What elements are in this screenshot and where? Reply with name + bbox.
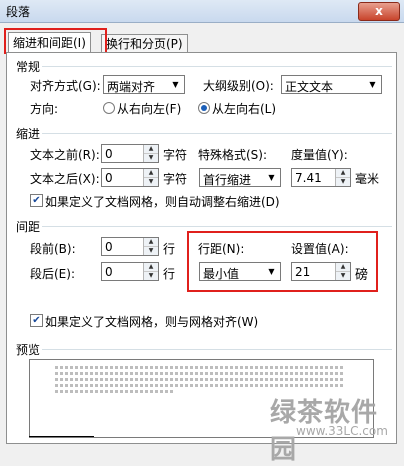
ltr-radio[interactable] (198, 102, 210, 114)
measure-label: 度量值(Y): (291, 148, 348, 162)
spin-up-icon[interactable]: ▲ (144, 263, 158, 272)
preview-section-heading: 预览 (16, 343, 41, 357)
spin-down-icon[interactable]: ▼ (144, 178, 158, 186)
space-before-label: 段前(B): (30, 242, 76, 256)
general-divider (42, 66, 392, 67)
setting-value-label: 设置值(A): (291, 242, 349, 256)
space-before-value: 0 (105, 240, 113, 254)
preview-text-line (55, 372, 345, 375)
indent-before-spinner[interactable]: 0 ▲ ▼ (101, 144, 159, 163)
measure-value: 7.41 (295, 171, 322, 185)
spin-down-icon[interactable]: ▼ (336, 178, 350, 186)
special-format-label: 特殊格式(S): (198, 148, 268, 162)
line-spacing-label: 行距(N): (198, 242, 245, 256)
checkmark-icon: ✔ (32, 195, 41, 206)
watermark-url: www.33LC.com (296, 424, 388, 438)
align-label: 对齐方式(G): (30, 79, 101, 93)
space-after-label: 段后(E): (30, 267, 75, 281)
auto-right-indent-checkbox[interactable]: ✔ (30, 194, 43, 207)
indent-divider (42, 133, 392, 134)
measure-stepper: ▲ ▼ (335, 169, 350, 186)
direction-label: 方向: (30, 102, 59, 116)
tab-line-page-breaks[interactable]: 换行和分页(P) (101, 34, 188, 53)
setting-value-stepper: ▲ ▼ (335, 263, 350, 280)
spin-down-icon[interactable]: ▼ (144, 272, 158, 280)
space-after-stepper: ▲ ▼ (143, 263, 158, 280)
indent-after-value: 0 (105, 171, 113, 185)
tab-highlight-box (4, 28, 107, 54)
indent-after-stepper: ▲ ▼ (143, 169, 158, 186)
indent-before-label: 文本之前(R): (30, 148, 100, 162)
chevron-down-icon: ▼ (268, 173, 275, 182)
indent-after-spinner[interactable]: 0 ▲ ▼ (101, 168, 159, 187)
measure-spinner[interactable]: 7.41 ▲ ▼ (291, 168, 351, 187)
measure-unit: 毫米 (355, 172, 380, 186)
setting-value-unit: 磅 (355, 268, 369, 283)
chevron-down-icon: ▼ (369, 80, 376, 89)
spin-down-icon[interactable]: ▼ (144, 154, 158, 162)
spin-down-icon[interactable]: ▼ (144, 247, 158, 255)
outline-select[interactable]: 正文文本 ▼ (281, 75, 382, 94)
space-before-unit: 行 (163, 242, 176, 256)
title-bar[interactable]: 段落 x (0, 0, 404, 23)
spin-up-icon[interactable]: ▲ (144, 238, 158, 247)
spacing-divider (42, 226, 392, 227)
preview-text-line (55, 378, 345, 381)
line-spacing-select[interactable]: 最小值 ▼ (199, 262, 281, 281)
special-format-value: 首行缩进 (203, 173, 252, 187)
preview-divider (42, 349, 392, 350)
space-after-unit: 行 (163, 267, 176, 281)
special-format-select[interactable]: 首行缩进 ▼ (199, 168, 281, 187)
paragraph-dialog: 段落 x 缩进和间距(I) 换行和分页(P) 常规 对齐方式(G): 两端对齐 … (0, 0, 404, 465)
spin-up-icon[interactable]: ▲ (144, 169, 158, 178)
indent-before-stepper: ▲ ▼ (143, 145, 158, 162)
outline-label: 大纲级别(O): (203, 79, 274, 93)
preview-text-line (55, 384, 345, 387)
space-before-stepper: ▲ ▼ (143, 238, 158, 255)
space-after-value: 0 (105, 265, 113, 279)
indent-section-heading: 缩进 (16, 127, 41, 141)
close-icon: x (375, 4, 383, 18)
align-select[interactable]: 两端对齐 ▼ (103, 75, 185, 94)
checkmark-icon: ✔ (32, 315, 41, 326)
preview-underline (29, 436, 94, 437)
setting-value: 21 (295, 265, 311, 279)
auto-right-indent-label[interactable]: 如果定义了文档网格，则自动调整右缩进(D) (45, 193, 280, 210)
spin-up-icon[interactable]: ▲ (144, 145, 158, 154)
close-button[interactable]: x (358, 2, 400, 21)
indent-after-label: 文本之后(X): (30, 172, 100, 186)
space-after-spinner[interactable]: 0 ▲ ▼ (101, 262, 159, 281)
preview-text-line (55, 366, 345, 369)
indent-before-value: 0 (105, 147, 113, 161)
indent-before-unit: 字符 (163, 148, 188, 162)
indent-after-unit: 字符 (163, 172, 188, 186)
snap-to-grid-checkbox[interactable]: ✔ (30, 314, 43, 327)
space-before-spinner[interactable]: 0 ▲ ▼ (101, 237, 159, 256)
ltr-label[interactable]: 从左向右(L) (212, 100, 276, 117)
line-spacing-value: 最小值 (203, 267, 240, 281)
chevron-down-icon: ▼ (268, 267, 275, 276)
preview-text-line (55, 390, 175, 393)
align-value: 两端对齐 (107, 80, 156, 94)
spacing-section-heading: 间距 (16, 220, 41, 234)
rtl-radio[interactable] (103, 102, 115, 114)
spin-down-icon[interactable]: ▼ (336, 272, 350, 280)
setting-value-spinner[interactable]: 21 ▲ ▼ (291, 262, 351, 281)
snap-to-grid-label[interactable]: 如果定义了文档网格，则与网格对齐(W) (45, 313, 258, 330)
spin-up-icon[interactable]: ▲ (336, 263, 350, 272)
spin-up-icon[interactable]: ▲ (336, 169, 350, 178)
chevron-down-icon: ▼ (172, 80, 179, 89)
outline-value: 正文文本 (285, 80, 334, 94)
rtl-label[interactable]: 从右向左(F) (117, 100, 181, 117)
general-section-heading: 常规 (16, 60, 41, 74)
window-title: 段落 (6, 5, 31, 19)
